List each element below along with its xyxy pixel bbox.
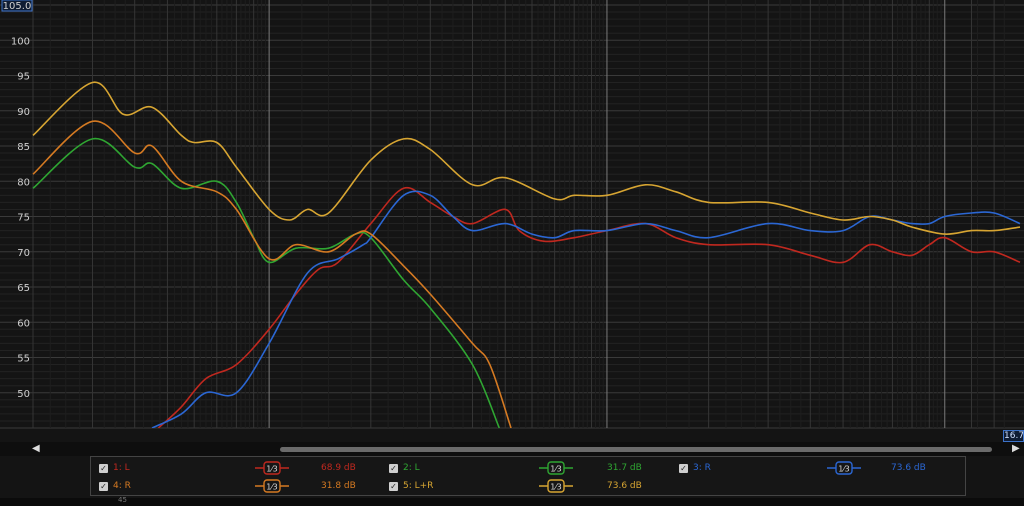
frequency-response-chart[interactable]: 1009590858075706560555020304050607080901… [0,0,1024,430]
svg-text:1⁄3: 1⁄3 [838,465,850,474]
legend-row: ✓ 1: L 1⁄3 68.9 dB ✓ 2: L 1⁄3 31.7 dB ✓ … [91,461,965,479]
series-5-checkbox[interactable]: ✓ [389,482,398,491]
svg-text:1⁄3: 1⁄3 [550,483,562,492]
y-tick-label: 50 [17,389,30,400]
series-1-name: 1: L [113,463,130,473]
y-tick-label: 55 [17,354,30,365]
max-frequency-label: 16.7k [1004,431,1024,441]
legend-item-4: ✓ 4: R 1⁄3 31.8 dB [99,479,379,497]
legend-item-2: ✓ 2: L 1⁄3 31.7 dB [389,461,669,479]
smoothing-icon[interactable]: 1⁄3 [255,479,289,493]
series-2-checkbox[interactable]: ✓ [389,464,398,473]
scroll-left-arrow-icon[interactable]: ◀ [32,443,40,454]
scroll-thumb[interactable] [280,447,992,452]
series-4-value: 31.8 dB [321,481,356,491]
y-tick-label: 95 [17,72,30,83]
series-3-checkbox[interactable]: ✓ [679,464,688,473]
svg-text:1⁄3: 1⁄3 [550,465,562,474]
legend-row: ✓ 4: R 1⁄3 31.8 dB ✓ 5: L+R 1⁄3 73.6 dB [91,479,965,497]
top-range-label: 105.0 [3,1,32,12]
y-tick-label: 75 [17,213,30,224]
series-1-checkbox[interactable]: ✓ [99,464,108,473]
smoothing-icon[interactable]: 1⁄3 [827,461,861,475]
y-tick-label: 90 [17,107,30,118]
scroll-right-arrow-icon[interactable]: ▶ [1012,443,1020,454]
series-5-value: 73.6 dB [607,481,642,491]
max-frequency-box[interactable]: 16.7k [1003,430,1024,442]
series-3-value: 73.6 dB [891,463,926,473]
series-3-name: 3: R [693,463,711,473]
y-tick-label: 85 [17,142,30,153]
y-tick-label: 60 [17,318,30,329]
series-4-name: 4: R [113,481,131,491]
bottom-strip: 45 [0,496,1024,506]
y-tick-label: 100 [11,36,30,47]
svg-text:1⁄3: 1⁄3 [266,483,278,492]
y-tick-label: 80 [17,177,30,188]
legend-panel: ✓ 1: L 1⁄3 68.9 dB ✓ 2: L 1⁄3 31.7 dB ✓ … [90,456,966,496]
series-2-value: 31.7 dB [607,463,642,473]
y-tick-label: 70 [17,248,30,259]
legend-item-1: ✓ 1: L 1⁄3 68.9 dB [99,461,379,479]
legend-item-3: ✓ 3: R 1⁄3 73.6 dB [679,461,959,479]
series-4-checkbox[interactable]: ✓ [99,482,108,491]
series-5-name: 5: L+R [403,481,434,491]
smoothing-icon[interactable]: 1⁄3 [539,461,573,475]
smoothing-icon[interactable]: 1⁄3 [255,461,289,475]
series-2-name: 2: L [403,463,420,473]
svg-text:1⁄3: 1⁄3 [266,465,278,474]
bottom-strip-label: 45 [118,496,127,504]
legend-item-5: ✓ 5: L+R 1⁄3 73.6 dB [389,479,669,497]
series-1-value: 68.9 dB [321,463,356,473]
smoothing-icon[interactable]: 1⁄3 [539,479,573,493]
top-range-box[interactable]: 105.0 [1,0,33,12]
y-tick-label: 65 [17,283,30,294]
